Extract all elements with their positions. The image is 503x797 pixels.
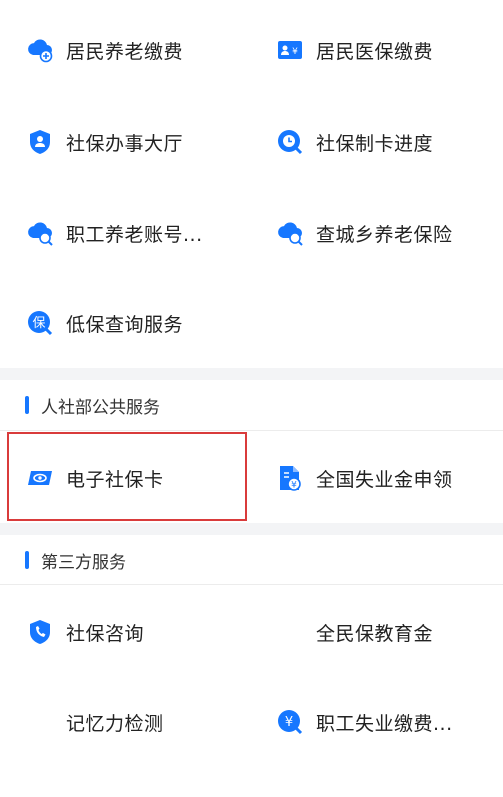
- section-accent-bar: [25, 551, 29, 569]
- cloud-plus-icon: [26, 36, 54, 64]
- service-unemployment-benefit-claim[interactable]: ¥ 全国失业金申领: [276, 456, 453, 500]
- blank-icon: [276, 618, 304, 646]
- service-resident-pension-payment[interactable]: 居民养老缴费: [26, 28, 183, 72]
- service-urban-rural-pension[interactable]: 查城乡养老保险: [276, 211, 453, 255]
- section-header-third-party: 第三方服务: [0, 538, 503, 582]
- divider: [0, 430, 503, 431]
- section-gap: [0, 368, 503, 380]
- service-memory-test[interactable]: 记忆力检测: [26, 700, 164, 744]
- service-social-security-consult[interactable]: 社保咨询: [26, 610, 144, 654]
- divider: [0, 584, 503, 585]
- service-resident-medical-payment[interactable]: ¥ 居民医保缴费: [276, 28, 433, 72]
- section-title: 人社部公共服务: [41, 397, 160, 418]
- service-label: 查城乡养老保险: [316, 223, 453, 246]
- service-label: 社保咨询: [66, 622, 145, 645]
- svg-text:¥: ¥: [285, 715, 293, 730]
- id-card-yuan-icon: ¥: [276, 36, 304, 64]
- service-label: 职工失业缴费...: [316, 712, 453, 735]
- document-yuan-icon: ¥: [276, 464, 304, 492]
- service-education-fund[interactable]: 全民保教育金: [276, 610, 433, 654]
- service-label: 记忆力检测: [66, 712, 164, 735]
- section-accent-bar: [25, 396, 29, 414]
- clock-search-icon: [276, 128, 304, 156]
- service-label: 全国失业金申领: [316, 468, 453, 491]
- service-employee-pension-account[interactable]: 职工养老账号...: [26, 211, 203, 255]
- service-label: 全民保教育金: [316, 622, 434, 645]
- svg-text:¥: ¥: [291, 481, 297, 491]
- blank-icon: [26, 708, 54, 736]
- svg-text:保: 保: [32, 316, 45, 331]
- service-employee-unemployment-payment[interactable]: ¥ 职工失业缴费...: [276, 700, 453, 744]
- service-label: 职工养老账号...: [66, 223, 203, 246]
- yuan-search-icon: ¥: [276, 708, 304, 736]
- service-label: 居民医保缴费: [316, 40, 434, 63]
- shield-phone-icon: [26, 618, 54, 646]
- svg-text:¥: ¥: [292, 47, 298, 57]
- section-gap: [0, 523, 503, 535]
- service-low-income-query[interactable]: 保 低保查询服务: [26, 301, 183, 345]
- highlight-box: [7, 432, 247, 521]
- service-social-security-hall[interactable]: 社保办事大厅: [26, 120, 183, 164]
- shield-person-icon: [26, 128, 54, 156]
- service-card-progress[interactable]: 社保制卡进度: [276, 120, 433, 164]
- section-header-mohrss: 人社部公共服务: [0, 383, 503, 427]
- service-label: 社保办事大厅: [66, 132, 184, 155]
- cloud-search-icon: [26, 219, 54, 247]
- service-label: 居民养老缴费: [66, 40, 184, 63]
- section-title: 第三方服务: [41, 552, 126, 573]
- service-label: 低保查询服务: [66, 313, 184, 336]
- bao-badge-icon: 保: [26, 309, 54, 337]
- service-label: 社保制卡进度: [316, 132, 434, 155]
- cloud-search-icon: [276, 219, 304, 247]
